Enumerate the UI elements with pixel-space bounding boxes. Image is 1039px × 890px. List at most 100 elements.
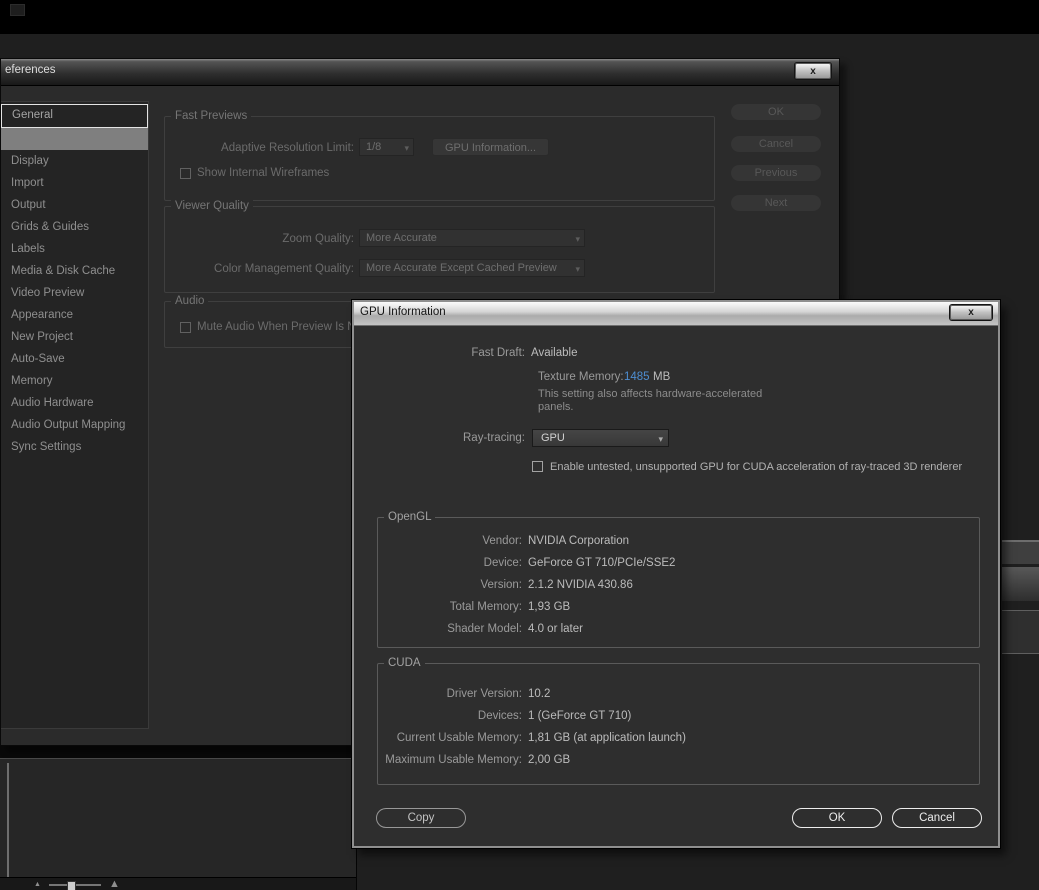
sidebar-item-auto-save[interactable]: Auto-Save (1, 348, 148, 370)
preferences-titlebar[interactable]: eferences x (1, 59, 839, 86)
field-label: Devices: (477, 710, 522, 722)
zoom-quality-dropdown[interactable]: More Accurate ▾ (359, 229, 585, 247)
mute-audio-checkbox[interactable] (180, 322, 191, 333)
texture-memory-label: Texture Memory: (538, 371, 624, 383)
cancel-button[interactable]: Cancel (731, 136, 821, 152)
field-value: 2.1.2 NVIDIA 430.86 (528, 579, 633, 591)
texture-memory-note-line1: This setting also affects hardware-accel… (538, 388, 763, 400)
cuda-group: CUDA Driver Version: 10.2 Devices: 1 (Ge… (377, 657, 980, 785)
app-background: ▲ ▲ eferences x General Display Import O… (0, 0, 1039, 890)
sidebar-item-output[interactable]: Output (1, 194, 148, 216)
field-value: 1,81 GB (at application launch) (528, 732, 686, 744)
cancel-button[interactable]: Cancel (892, 808, 982, 828)
ok-button[interactable]: OK (792, 808, 882, 828)
preferences-title: eferences (5, 64, 56, 76)
color-management-quality-value: More Accurate Except Cached Preview (366, 262, 557, 274)
panel-edge (7, 763, 9, 877)
viewer-toolbar: ▲ ▲ (0, 877, 356, 890)
field-label: Shader Model: (447, 623, 522, 635)
sidebar-item-selected[interactable] (1, 128, 148, 150)
zoom-out-mountain-icon: ▲ (34, 881, 41, 888)
close-button[interactable]: x (950, 305, 992, 320)
field-label: Maximum Usable Memory: (385, 754, 522, 766)
opengl-group: OpenGL Vendor: NVIDIA Corporation Device… (377, 511, 980, 648)
sidebar-item-media-disk-cache[interactable]: Media & Disk Cache (1, 260, 148, 282)
cuda-row-current-usable-memory: Current Usable Memory: 1,81 GB (at appli… (378, 727, 979, 749)
zoom-slider-handle[interactable] (66, 880, 76, 890)
window-control-icon (10, 4, 25, 16)
adaptive-resolution-value: 1/8 (366, 141, 382, 153)
zoom-quality-label: Zoom Quality: (282, 233, 354, 245)
sidebar-item-sync-settings[interactable]: Sync Settings (1, 436, 148, 458)
sidebar-item-labels[interactable]: Labels (1, 238, 148, 260)
next-button[interactable]: Next (731, 195, 821, 211)
texture-memory-unit: MB (653, 371, 671, 383)
texture-memory-value[interactable]: 1485 (624, 371, 650, 383)
copy-button[interactable]: Copy (376, 808, 466, 828)
viewer-panel: ▲ ▲ (0, 758, 357, 890)
ok-button[interactable]: OK (731, 104, 821, 120)
gpu-information-dialog: GPU Information x Fast Draft: Available … (351, 299, 1001, 849)
field-value: NVIDIA Corporation (528, 535, 629, 547)
sidebar-item-appearance[interactable]: Appearance (1, 304, 148, 326)
mute-audio-label: Mute Audio When Preview Is N (197, 321, 356, 333)
opengl-row-shader-model: Shader Model: 4.0 or later (378, 618, 979, 640)
cuda-row-devices: Devices: 1 (GeForce GT 710) (378, 705, 979, 727)
field-value: GeForce GT 710/PCIe/SSE2 (528, 557, 676, 569)
previous-button[interactable]: Previous (731, 165, 821, 181)
opengl-row-total-memory: Total Memory: 1,93 GB (378, 596, 979, 618)
background-panel-fragment (1002, 610, 1039, 654)
show-internal-wireframes-checkbox[interactable] (180, 168, 191, 179)
background-panel-fragment (1002, 540, 1039, 564)
fast-previews-legend: Fast Previews (171, 110, 252, 122)
field-label: Device: (483, 557, 522, 569)
field-value: 1,93 GB (528, 601, 571, 613)
opengl-row-vendor: Vendor: NVIDIA Corporation (378, 530, 979, 552)
gpu-information-button[interactable]: GPU Information... (432, 138, 549, 156)
zoom-quality-value: More Accurate (366, 232, 437, 244)
field-label: Vendor: (482, 535, 522, 547)
adaptive-resolution-dropdown[interactable]: 1/8 ▾ (359, 138, 414, 156)
gpu-dialog-body: Fast Draft: Available Texture Memory: 14… (354, 325, 998, 846)
color-management-quality-dropdown[interactable]: More Accurate Except Cached Preview ▾ (359, 259, 585, 277)
field-value: 10.2 (528, 688, 551, 700)
viewer-quality-legend: Viewer Quality (171, 200, 253, 212)
ray-tracing-value: GPU (541, 432, 565, 444)
opengl-row-device: Device: GeForce GT 710/PCIe/SSE2 (378, 552, 979, 574)
sidebar-item-new-project[interactable]: New Project (1, 326, 148, 348)
field-label: Driver Version: (446, 688, 522, 700)
background-panel-fragment (1002, 567, 1039, 601)
gpu-dialog-titlebar[interactable]: GPU Information x (354, 302, 998, 326)
preferences-sidebar: General Display Import Output Grids & Gu… (1, 101, 149, 729)
cuda-row-driver-version: Driver Version: 10.2 (378, 683, 979, 705)
field-label: Total Memory: (449, 601, 522, 613)
sidebar-item-video-preview[interactable]: Video Preview (1, 282, 148, 304)
top-menu-bar (0, 0, 1039, 34)
sidebar-item-memory[interactable]: Memory (1, 370, 148, 392)
field-value: 2,00 GB (528, 754, 571, 766)
field-value: 1 (GeForce GT 710) (528, 710, 632, 722)
gpu-dialog-title: GPU Information (360, 306, 446, 318)
fast-previews-group: Fast Previews Adaptive Resolution Limit:… (164, 110, 715, 201)
adaptive-resolution-label: Adaptive Resolution Limit: (221, 142, 354, 154)
sidebar-item-import[interactable]: Import (1, 172, 148, 194)
enable-untested-gpu-label: Enable untested, unsupported GPU for CUD… (550, 461, 963, 473)
fast-draft-value: Available (531, 347, 578, 359)
sidebar-item-audio-output-mapping[interactable]: Audio Output Mapping (1, 414, 148, 436)
zoom-slider[interactable] (48, 879, 101, 890)
sidebar-item-audio-hardware[interactable]: Audio Hardware (1, 392, 148, 414)
fast-draft-label: Fast Draft: (471, 347, 525, 359)
sidebar-item-display[interactable]: Display (1, 150, 148, 172)
viewer-quality-group: Viewer Quality Zoom Quality: More Accura… (164, 200, 715, 293)
chevron-down-icon: ▾ (575, 264, 580, 274)
close-button[interactable]: x (795, 63, 831, 79)
cuda-row-maximum-usable-memory: Maximum Usable Memory: 2,00 GB (378, 749, 979, 771)
enable-untested-gpu-checkbox[interactable] (532, 461, 543, 472)
ray-tracing-dropdown[interactable]: GPU ▾ (532, 429, 669, 447)
chevron-down-icon: ▾ (658, 434, 663, 444)
sidebar-item-general[interactable]: General (1, 104, 148, 128)
field-label: Version: (480, 579, 522, 591)
audio-legend: Audio (171, 295, 209, 307)
sidebar-item-grids-guides[interactable]: Grids & Guides (1, 216, 148, 238)
field-label: Current Usable Memory: (396, 732, 522, 744)
